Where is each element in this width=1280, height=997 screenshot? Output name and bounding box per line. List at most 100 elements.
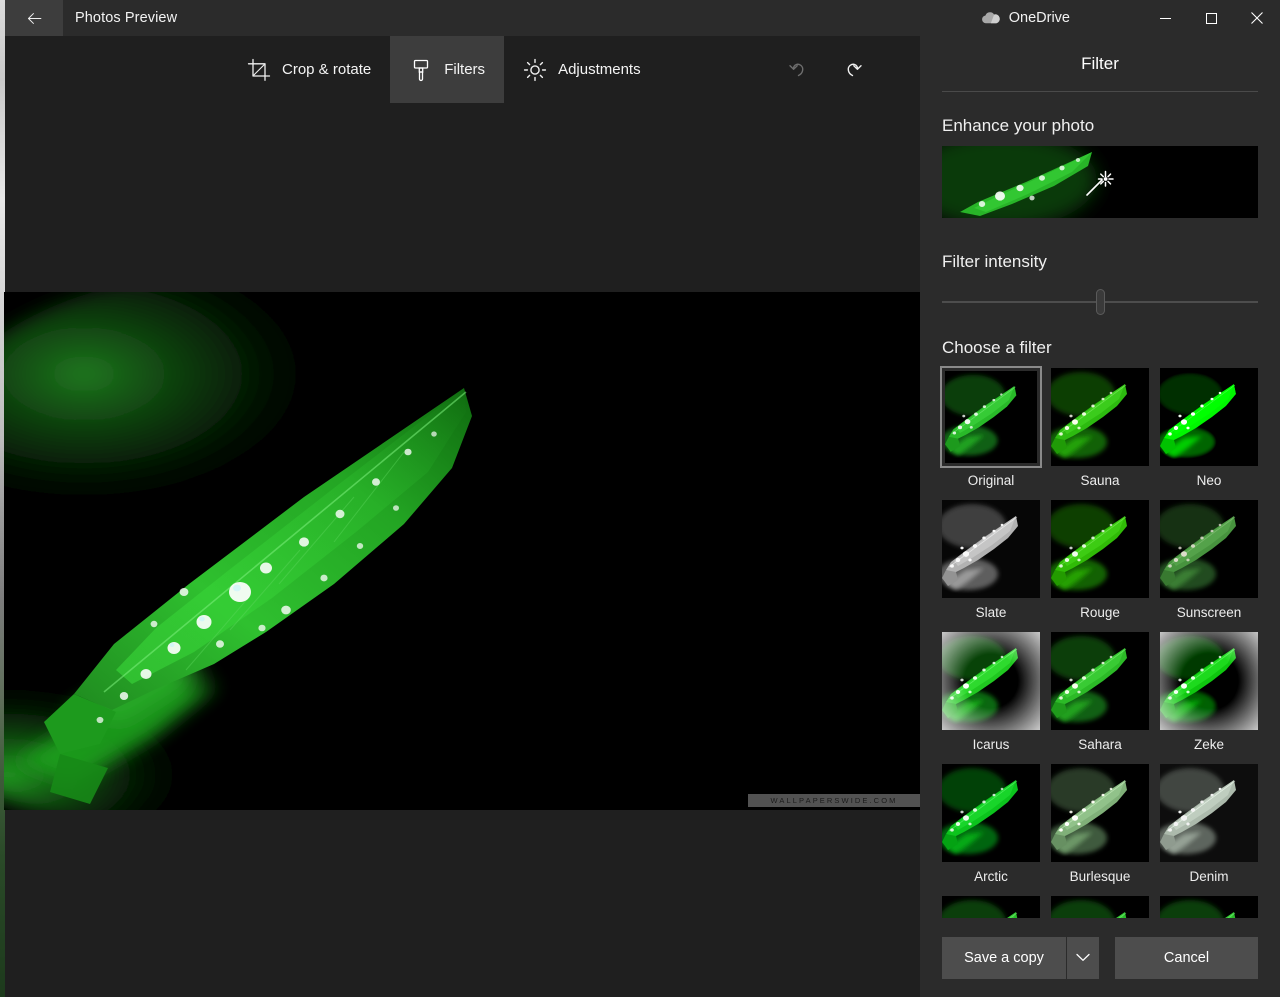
filter-thumbnail-frame	[942, 368, 1040, 466]
filter-thumbnail	[1160, 368, 1258, 466]
panel-body: Enhance your photo Filter intensity Choo…	[920, 116, 1280, 994]
filter-thumbnail-frame	[1160, 500, 1258, 598]
panel-actions: Save a copy Cancel	[920, 918, 1280, 997]
save-options-button[interactable]	[1067, 936, 1099, 979]
filter-thumbnail-image	[1160, 500, 1258, 598]
filter-thumbnail-frame	[942, 500, 1040, 598]
filter-thumbnail-image	[1051, 632, 1149, 730]
filter-option-neo[interactable]: Neo	[1160, 368, 1258, 488]
back-arrow-icon	[27, 12, 41, 24]
filter-thumbnail	[942, 764, 1040, 862]
filter-option-zeke[interactable]: Zeke	[1160, 632, 1258, 752]
photo-preview[interactable]: WALLPAPERSWIDE.COM	[4, 292, 920, 810]
window-controls	[1142, 0, 1280, 36]
filter-thumbnail-image	[1051, 500, 1149, 598]
filter-thumbnail-frame	[1051, 632, 1149, 730]
filter-thumbnail	[942, 632, 1040, 730]
filter-thumbnail	[1160, 764, 1258, 862]
app-title: Photos Preview	[75, 10, 178, 26]
save-a-copy-button[interactable]: Save a copy	[942, 936, 1066, 979]
filter-option-sahara[interactable]: Sahara	[1051, 632, 1149, 752]
maximize-button[interactable]	[1188, 0, 1234, 36]
filter-thumbnail-frame	[1160, 632, 1258, 730]
filter-option-label: Original	[967, 473, 1015, 488]
filter-thumbnail-frame	[1160, 368, 1258, 466]
tab-crop-rotate[interactable]: Crop & rotate	[228, 36, 390, 103]
filter-option-label: Sahara	[1078, 737, 1122, 752]
tool-tabs: Crop & rotate Filters Adjustments	[228, 36, 660, 103]
undo-button[interactable]	[770, 36, 825, 103]
filter-option-label: Denim	[1189, 869, 1229, 884]
filter-thumbnail	[942, 500, 1040, 598]
filter-option-label: Neo	[1196, 473, 1222, 488]
filter-thumbnail-frame	[1160, 764, 1258, 862]
magic-wand-icon	[1086, 170, 1114, 196]
tab-adjustments-label: Adjustments	[558, 61, 641, 78]
filter-thumbnail	[1051, 632, 1149, 730]
filter-thumbnail	[1051, 764, 1149, 862]
panel-divider	[942, 91, 1258, 92]
editor-toolbar: Crop & rotate Filters Adjustments	[5, 36, 920, 103]
filter-option-arctic[interactable]: Arctic	[942, 764, 1040, 884]
undo-icon	[788, 63, 803, 76]
close-button[interactable]	[1234, 0, 1280, 36]
title-bar: Photos Preview OneDrive	[5, 0, 1280, 36]
filter-panel: Filter Enhance your photo Filter intensi…	[920, 36, 1280, 997]
onedrive-label: OneDrive	[1008, 10, 1070, 26]
filter-thumbnail-image	[942, 632, 1040, 730]
filter-option-burlesque[interactable]: Burlesque	[1051, 764, 1149, 884]
filter-option-rouge[interactable]: Rouge	[1051, 500, 1149, 620]
filter-thumbnail	[1051, 368, 1149, 466]
filter-grid: Original Sauna Neo Slate Rouge Sunscreen Icaru…	[942, 368, 1258, 994]
slider-thumb[interactable]	[1095, 289, 1105, 315]
filter-thumbnail-frame	[1051, 764, 1149, 862]
maximize-icon	[1205, 12, 1217, 24]
filter-thumbnail-frame	[942, 632, 1040, 730]
filter-thumbnail-frame	[1051, 500, 1149, 598]
filter-thumbnail-frame	[1051, 368, 1149, 466]
photo-watermark: WALLPAPERSWIDE.COM	[748, 794, 920, 807]
history-buttons	[770, 36, 880, 103]
minimize-button[interactable]	[1142, 0, 1188, 36]
filter-thumbnail-image	[1051, 764, 1149, 862]
redo-button[interactable]	[825, 36, 880, 103]
tab-adjustments[interactable]: Adjustments	[504, 36, 660, 103]
tab-filters[interactable]: Filters	[390, 36, 505, 103]
redo-icon	[847, 63, 862, 76]
chevron-down-icon	[1076, 953, 1090, 961]
leaf-photo-image	[4, 292, 920, 810]
filter-option-slate[interactable]: Slate	[942, 500, 1040, 620]
photo-canvas: WALLPAPERSWIDE.COM	[4, 103, 920, 997]
filter-option-sunscreen[interactable]: Sunscreen	[1160, 500, 1258, 620]
paintbrush-icon	[414, 59, 429, 81]
tab-crop-rotate-label: Crop & rotate	[282, 61, 372, 78]
filter-option-label: Rouge	[1080, 605, 1120, 620]
filter-intensity-slider[interactable]	[942, 284, 1258, 320]
filter-thumbnail-image	[1160, 764, 1258, 862]
save-a-copy-group: Save a copy	[942, 936, 1099, 979]
onedrive-status[interactable]: OneDrive	[980, 0, 1070, 36]
enhance-photo-button[interactable]	[942, 146, 1258, 218]
filter-thumbnail	[1160, 632, 1258, 730]
panel-title: Filter	[1081, 53, 1119, 73]
crop-icon	[247, 58, 271, 81]
filter-option-original[interactable]: Original	[942, 368, 1040, 488]
photos-app-window: Photos Preview OneDrive Crop & rotate Fi…	[0, 0, 1280, 997]
filter-thumbnail	[1051, 500, 1149, 598]
filter-option-label: Icarus	[972, 737, 1010, 752]
filter-option-denim[interactable]: Denim	[1160, 764, 1258, 884]
filter-thumbnail-image	[942, 500, 1040, 598]
filter-option-icarus[interactable]: Icarus	[942, 632, 1040, 752]
back-button[interactable]	[5, 0, 63, 36]
filter-thumbnail-image	[1051, 368, 1149, 466]
close-icon	[1251, 12, 1263, 24]
filter-thumbnail	[1160, 500, 1258, 598]
filter-thumbnail-image	[945, 371, 1037, 463]
cancel-button[interactable]: Cancel	[1115, 936, 1258, 979]
filter-option-sauna[interactable]: Sauna	[1051, 368, 1149, 488]
filter-option-label: Sunscreen	[1176, 605, 1242, 620]
filter-option-label: Arctic	[974, 869, 1008, 884]
choose-filter-heading: Choose a filter	[942, 338, 1052, 357]
filter-option-label: Sauna	[1080, 473, 1120, 488]
enhance-heading: Enhance your photo	[942, 116, 1095, 135]
